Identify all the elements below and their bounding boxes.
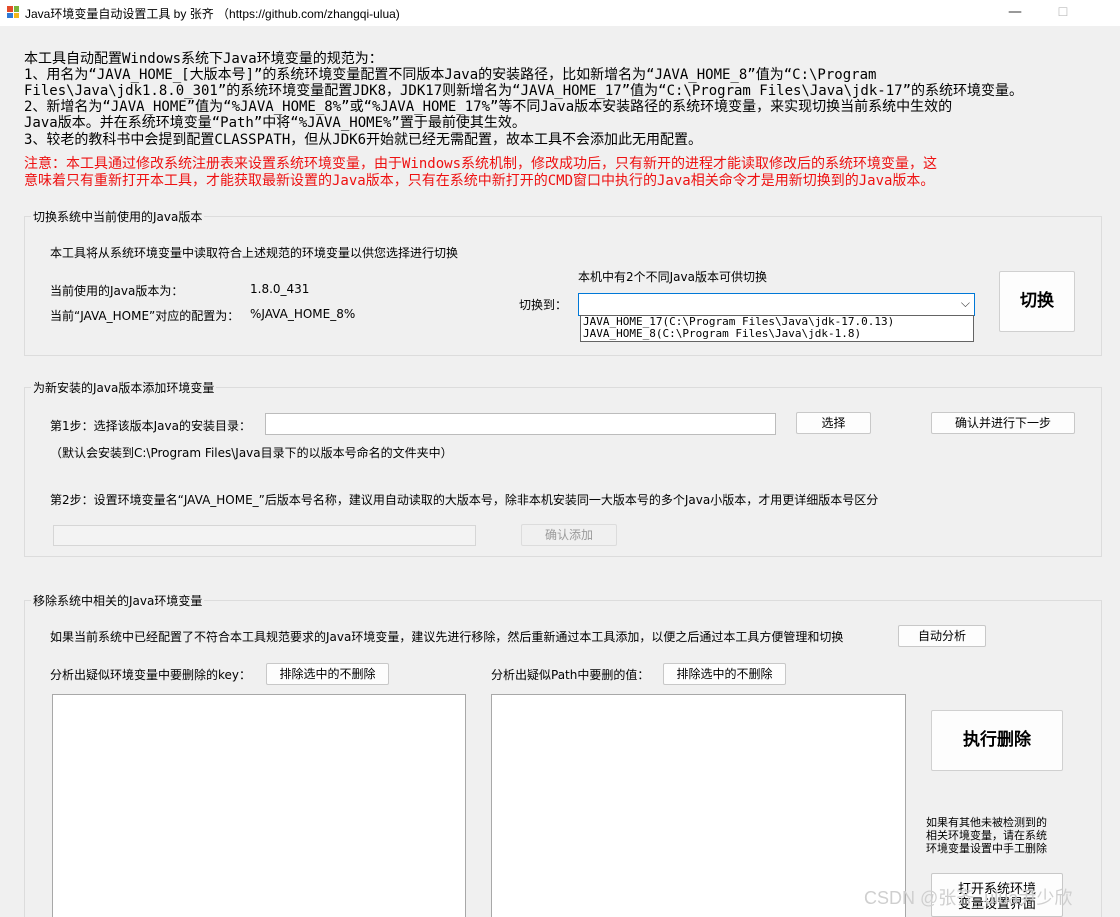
version-name-input[interactable] xyxy=(53,525,476,546)
intro-line-5: Java版本。并在系统环境变量“Path”中将“%JAVA_HOME%”置于最前… xyxy=(24,115,526,131)
execute-delete-button[interactable]: 执行删除 xyxy=(931,710,1063,771)
exclude-keys-button[interactable]: 排除选中的不删除 xyxy=(266,663,389,685)
default-install-hint: （默认会安装到C:\Program Files\Java目录下的以版本号命名的文… xyxy=(50,446,453,460)
manual-note-line: 如果有其他未被检测到的 xyxy=(926,816,1047,829)
intro-line-2: 1、用名为“JAVA_HOME_[大版本号]”的系统环境变量配置不同版本Java… xyxy=(24,67,877,83)
manual-note-line: 环境变量设置中手工删除 xyxy=(926,842,1047,855)
switch-to-label: 切换到： xyxy=(519,298,568,312)
path-values-label: 分析出疑似Path中要删的值： xyxy=(491,668,650,682)
current-version-label: 当前使用的Java版本为： xyxy=(50,284,184,298)
warning-line-1: 注意：本工具通过修改系统注册表来设置系统环境变量，由于Windows系统机制，修… xyxy=(24,156,937,172)
keys-listbox[interactable] xyxy=(52,694,466,917)
switch-group-title: 切换系统中当前使用的Java版本 xyxy=(31,208,205,225)
remove-group-title: 移除系统中相关的Java环境变量 xyxy=(31,592,205,609)
java-version-dropdown: JAVA_HOME_17(C:\Program Files\Java\jdk-1… xyxy=(580,315,974,342)
intro-line-3: Files\Java\jdk1.8.0_301”的系统环境变量配置JDK8，JD… xyxy=(24,83,1024,99)
step1-label: 第1步：选择该版本Java的安装目录： xyxy=(50,419,251,433)
select-dir-button[interactable]: 选择 xyxy=(796,412,871,434)
chevron-down-icon[interactable]: ⌵ xyxy=(961,296,970,311)
add-group-title: 为新安装的Java版本添加环境变量 xyxy=(31,379,217,396)
confirm-next-button[interactable]: 确认并进行下一步 xyxy=(931,412,1075,434)
step2-label: 第2步：设置环境变量名“JAVA_HOME_”后版本号名称，建议用自动读取的大版… xyxy=(50,493,879,507)
app-icon xyxy=(6,5,20,19)
csdn-watermark: CSDN @张齐_ulua尹少欣 xyxy=(864,888,1073,908)
available-versions-text: 本机中有2个不同Java版本可供切换 xyxy=(578,270,767,284)
manual-note-line: 相关环境变量，请在系统 xyxy=(926,829,1047,842)
maximize-button[interactable]: ☐ xyxy=(1040,0,1086,26)
auto-analyze-button[interactable]: 自动分析 xyxy=(898,625,986,647)
intro-line-4: 2、新增名为“JAVA_HOME”值为“%JAVA_HOME_8%”或“%JAV… xyxy=(24,99,953,115)
current-version-value: 1.8.0_431 xyxy=(250,282,310,296)
switch-description: 本工具将从系统环境变量中读取符合上述规范的环境变量以供您选择进行切换 xyxy=(50,246,459,260)
window-title: Java环境变量自动设置工具 by 张齐 （https://github.com… xyxy=(25,7,400,21)
exclude-path-button[interactable]: 排除选中的不删除 xyxy=(663,663,786,685)
confirm-add-button[interactable]: 确认添加 xyxy=(521,524,617,546)
minimize-button[interactable]: — xyxy=(992,0,1038,26)
switch-button[interactable]: 切换 xyxy=(999,271,1075,332)
dropdown-option[interactable]: JAVA_HOME_8(C:\Program Files\Java\jdk-1.… xyxy=(583,328,971,340)
warning-line-2: 意味着只有重新打开本工具，才能获取最新设置的Java版本，只有在系统中新打开的C… xyxy=(24,173,935,189)
remove-description: 如果当前系统中已经配置了不符合本工具规范要求的Java环境变量，建议先进行移除，… xyxy=(50,630,844,644)
title-bar: Java环境变量自动设置工具 by 张齐 （https://github.com… xyxy=(0,0,1120,26)
keys-label: 分析出疑似环境变量中要删除的key： xyxy=(50,668,252,682)
manual-delete-note: 如果有其他未被检测到的 相关环境变量，请在系统 环境变量设置中手工删除 xyxy=(926,816,1047,855)
java-version-select[interactable]: ⌵ xyxy=(578,293,975,316)
path-values-listbox[interactable] xyxy=(491,694,906,917)
install-path-input[interactable] xyxy=(265,413,776,435)
intro-line-1: 本工具自动配置Windows系统下Java环境变量的规范为： xyxy=(24,51,383,67)
java-home-value: %JAVA_HOME_8% xyxy=(250,307,356,321)
java-home-label: 当前“JAVA_HOME”对应的配置为： xyxy=(50,309,240,323)
intro-line-6: 3、较老的教科书中会提到配置CLASSPATH，但从JDK6开始就已经无需配置，… xyxy=(24,132,702,148)
